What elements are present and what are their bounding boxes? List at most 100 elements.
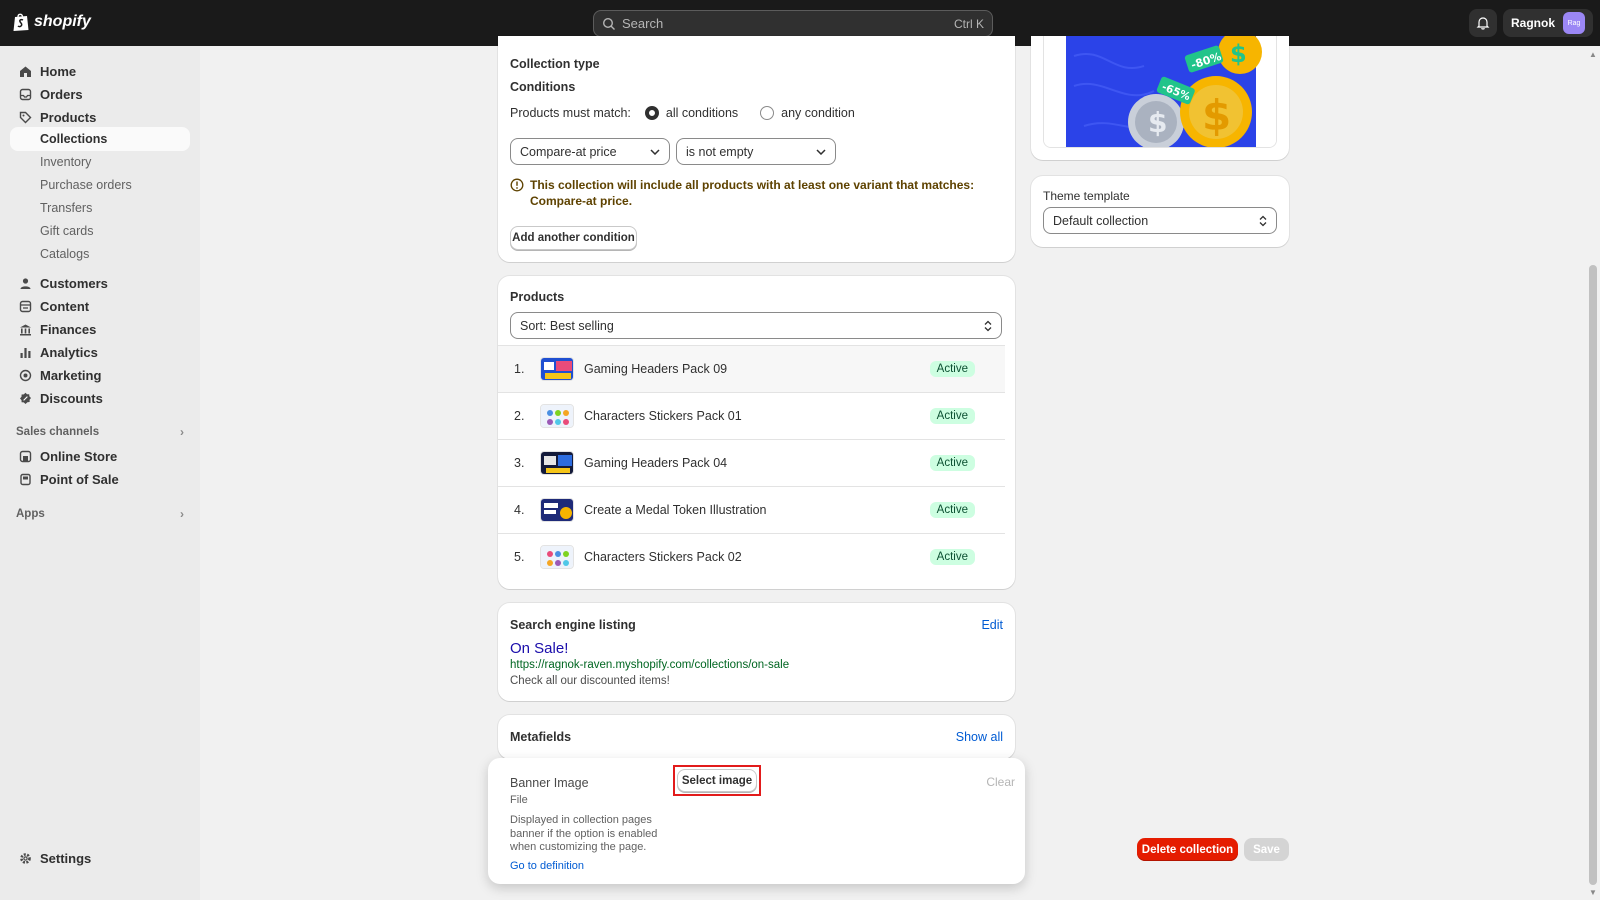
collection-type-card: Collection type Conditions Products must… (498, 36, 1015, 262)
sidebar-item-collections[interactable]: Collections (10, 127, 190, 151)
sidebar-item-online-store[interactable]: Online Store (10, 444, 190, 468)
must-match-label: Products must match: (510, 106, 631, 120)
user-name: Ragnok (1511, 16, 1556, 30)
any-condition-radio[interactable]: any condition (760, 106, 855, 120)
table-row[interactable]: 4. Create a Medal Token Illustration Act… (498, 486, 1005, 533)
sidebar-item-label: Point of Sale (40, 471, 119, 487)
collection-image-frame[interactable]: $ $ $ -80% -65% (1043, 36, 1277, 148)
scroll-up-icon[interactable]: ▲ (1589, 50, 1597, 59)
must-match-row: Products must match: all conditions any … (510, 106, 855, 120)
chevron-down-icon (650, 148, 660, 155)
products-card: Products Sort: Best selling 1. Gaming He… (498, 276, 1015, 589)
table-row[interactable]: 5. Characters Stickers Pack 02 Active (498, 533, 1005, 580)
chevron-right-icon: › (180, 507, 184, 521)
discount-icon (18, 391, 32, 405)
table-row[interactable]: 1. Gaming Headers Pack 09 Active (498, 345, 1005, 392)
table-row[interactable]: 3. Gaming Headers Pack 04 Active (498, 439, 1005, 486)
avatar: Rag (1563, 12, 1586, 34)
product-name: Characters Stickers Pack 01 (584, 409, 742, 423)
sidebar-item-products[interactable]: Products (10, 105, 190, 129)
add-condition-button[interactable]: Add another condition (510, 226, 637, 250)
theme-template-select[interactable]: Default collection (1043, 207, 1277, 234)
sidebar-item-gift-cards[interactable]: Gift cards (10, 219, 190, 243)
product-thumbnail (540, 545, 574, 569)
sidebar-item-label: Products (40, 109, 97, 125)
condition-operator-select[interactable]: is not empty (676, 138, 836, 165)
metafield-name: Banner Image (510, 776, 589, 790)
table-row[interactable]: 2. Characters Stickers Pack 01 Active (498, 392, 1005, 439)
status-badge: Active (929, 408, 975, 424)
svg-text:$: $ (1148, 106, 1167, 139)
seo-edit-link[interactable]: Edit (981, 618, 1003, 632)
collection-image: $ $ $ -80% -65% (1044, 36, 1276, 147)
show-all-link[interactable]: Show all (956, 730, 1003, 744)
sidebar-item-point-of-sale[interactable]: Point of Sale (10, 467, 190, 491)
sidebar-item-purchase-orders[interactable]: Purchase orders (10, 173, 190, 197)
product-name: Create a Medal Token Illustration (584, 503, 767, 517)
product-name: Gaming Headers Pack 09 (584, 362, 728, 376)
scroll-down-icon[interactable]: ▼ (1589, 888, 1597, 897)
clear-button[interactable]: Clear (986, 775, 1015, 789)
apps-label: Apps (16, 508, 45, 520)
chevron-right-icon: › (180, 425, 184, 439)
select-arrows-icon (1259, 215, 1267, 226)
shopify-logo[interactable]: shopify (12, 12, 91, 32)
sidebar-item-content[interactable]: Content (10, 294, 190, 318)
status-badge: Active (929, 455, 975, 471)
sidebar-item-orders[interactable]: Orders (10, 82, 190, 106)
sidebar-item-label: Home (40, 63, 77, 79)
sort-value: Sort: Best selling (520, 318, 614, 333)
home-icon (18, 64, 32, 78)
search-input[interactable]: Search Ctrl K (593, 10, 993, 37)
sidebar-item-label: Marketing (40, 367, 102, 383)
sidebar-item-catalogs[interactable]: Catalogs (10, 242, 190, 266)
sales-channels-header[interactable]: Sales channels › (16, 422, 184, 442)
sidebar-item-analytics[interactable]: Analytics (10, 340, 190, 364)
search-shortcut: Ctrl K (954, 16, 984, 31)
seo-title: Search engine listing (510, 618, 636, 632)
bell-icon (1476, 17, 1490, 30)
shopify-bag-icon (13, 13, 29, 31)
any-condition-label: any condition (781, 106, 855, 120)
products-title: Products (510, 290, 565, 304)
target-icon (18, 368, 32, 382)
sidebar-item-inventory[interactable]: Inventory (10, 150, 190, 174)
select-image-button[interactable]: Select image (677, 769, 757, 792)
status-badge: Active (929, 549, 975, 565)
notifications-button[interactable] (1469, 9, 1497, 37)
svg-text:$: $ (1202, 91, 1231, 140)
scrollbar-thumb[interactable] (1589, 265, 1597, 885)
user-menu-button[interactable]: Ragnok Rag (1503, 9, 1593, 37)
row-number: 3. (514, 456, 525, 470)
save-button[interactable]: Save (1244, 838, 1289, 861)
delete-collection-button[interactable]: Delete collection (1137, 838, 1238, 861)
sidebar-item-transfers[interactable]: Transfers (10, 196, 190, 220)
status-badge: Active (929, 502, 975, 518)
condition-field-select[interactable]: Compare-at price (510, 138, 670, 165)
content-icon (18, 299, 32, 313)
sidebar-item-finances[interactable]: Finances (10, 317, 190, 341)
sidebar-item-label: Analytics (40, 344, 98, 360)
theme-template-card: Theme template Default collection (1031, 176, 1289, 247)
sidebar-item-marketing[interactable]: Marketing (10, 363, 190, 387)
product-name: Gaming Headers Pack 04 (584, 456, 728, 470)
person-icon (18, 276, 32, 290)
sidebar-item-settings[interactable]: Settings (10, 846, 190, 870)
sidebar-item-label: Online Store (40, 448, 118, 464)
theme-template-label: Theme template (1043, 189, 1130, 203)
go-to-definition-link[interactable]: Go to definition (510, 860, 584, 872)
search-icon (602, 17, 615, 30)
sidebar-item-label: Discounts (40, 390, 103, 406)
product-thumbnail (540, 357, 574, 381)
apps-header[interactable]: Apps › (16, 504, 184, 524)
search-placeholder: Search (622, 16, 664, 31)
status-badge: Active (929, 361, 975, 377)
sidebar-item-home[interactable]: Home (10, 59, 190, 83)
sort-select[interactable]: Sort: Best selling (510, 312, 1002, 339)
sidebar-item-label: Content (40, 298, 90, 314)
condition-field-value: Compare-at price (520, 144, 617, 159)
sidebar-item-customers[interactable]: Customers (10, 271, 190, 295)
sidebar-item-discounts[interactable]: Discounts (10, 386, 190, 410)
collection-image-card: $ $ $ -80% -65% (1031, 36, 1289, 160)
all-conditions-radio[interactable]: all conditions (644, 106, 738, 120)
